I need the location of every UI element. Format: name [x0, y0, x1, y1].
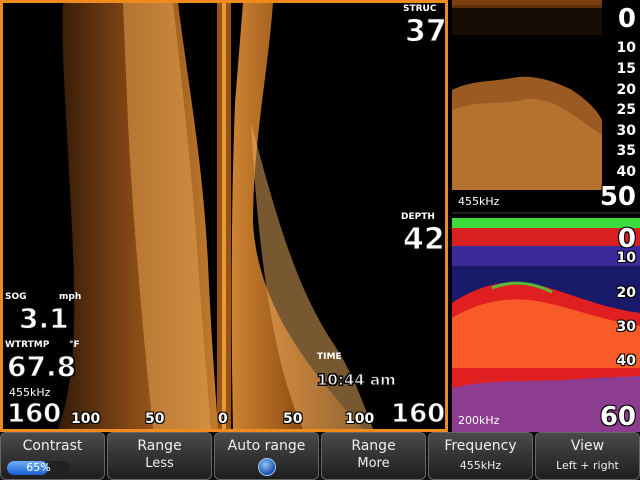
view-label: View — [570, 438, 605, 454]
tick-label: 0 — [218, 411, 228, 427]
struc-value: 37.4 — [404, 14, 447, 49]
sonar-frequency: 200kHz — [458, 414, 500, 427]
auto-range-toggle-icon — [257, 458, 276, 476]
auto-range-label: Auto range — [227, 438, 306, 454]
struc-label: STRUC — [403, 4, 437, 14]
frequency-button[interactable]: Frequency 455kHz — [428, 432, 533, 480]
tick-label: 50 — [283, 411, 303, 427]
tick-label: 100 — [345, 411, 375, 427]
range-more-line2: More — [357, 456, 390, 471]
range-right: 160 — [390, 399, 446, 429]
depth-scale-label: 25 — [616, 102, 636, 118]
auto-range-button[interactable]: Auto range — [214, 432, 319, 480]
wtrtmp-label: WTRTMP — [5, 340, 50, 350]
depth-scale-label: 40 — [616, 353, 636, 369]
downscan-range-bottom: 50 — [599, 182, 636, 212]
range-left: 160 — [6, 399, 62, 429]
time-value: 10:44 am — [317, 371, 397, 389]
range-more-button[interactable]: Range More — [321, 432, 426, 480]
softkey-bar: Contrast 65% Range Less Auto range Range… — [0, 432, 640, 480]
sonar-range-bottom: 60 — [599, 402, 636, 432]
contrast-label: Contrast — [22, 438, 83, 454]
depth-scale-label: 30 — [616, 319, 636, 335]
sog-unit: mph — [59, 292, 82, 302]
downscan-panel[interactable]: 0 10 15 20 25 30 35 40 455kHz 50 — [452, 0, 640, 214]
sonar-image — [452, 218, 640, 432]
downscan-image — [452, 0, 640, 212]
depth-scale-label: 0 — [617, 4, 636, 34]
time-label: TIME — [317, 352, 342, 362]
frequency-label: Frequency — [444, 438, 517, 454]
depth-scale-label: 30 — [616, 123, 636, 139]
tick-label: 50 — [145, 411, 165, 427]
wtrtmp-unit: °F — [69, 340, 80, 350]
range-more-line1: Range — [351, 438, 396, 454]
sonar-panel[interactable]: 0 10 20 30 40 200kHz 60 — [452, 218, 640, 432]
wtrtmp-value: 67.8 — [6, 350, 77, 383]
downscan-frequency: 455kHz — [458, 195, 500, 208]
depth-scale-label: 10 — [616, 250, 636, 266]
sog-label: SOG — [5, 292, 27, 302]
depth-label: DEPTH — [401, 212, 435, 222]
depth-scale-label: 20 — [616, 285, 636, 301]
depth-scale-label: 35 — [616, 143, 636, 159]
range-less-line1: Range — [137, 438, 182, 454]
depth-scale-label: 20 — [616, 82, 636, 98]
depth-value: 42.0 — [402, 222, 445, 257]
view-button[interactable]: View Left + right — [535, 432, 640, 480]
depth-scale-label: 15 — [616, 61, 636, 77]
contrast-softkey[interactable]: Contrast 65% — [0, 432, 105, 480]
range-less-button[interactable]: Range Less — [107, 432, 212, 480]
structure-scan-panel[interactable]: STRUC ft 37.4 DEPTH ft 42.0 SOG mph 3.1 … — [0, 0, 448, 432]
depth-scale-label: 40 — [616, 164, 636, 180]
view-value: Left + right — [556, 459, 619, 472]
tick-label: 100 — [71, 411, 101, 427]
contrast-slider[interactable]: 65% — [7, 461, 70, 475]
frequency-value: 455kHz — [459, 459, 502, 472]
contrast-value: 65% — [26, 461, 51, 474]
range-less-line2: Less — [145, 456, 174, 471]
depth-scale-label: 10 — [616, 40, 636, 56]
sog-value: 3.1 — [19, 302, 70, 335]
structure-frequency: 455kHz — [9, 386, 51, 399]
